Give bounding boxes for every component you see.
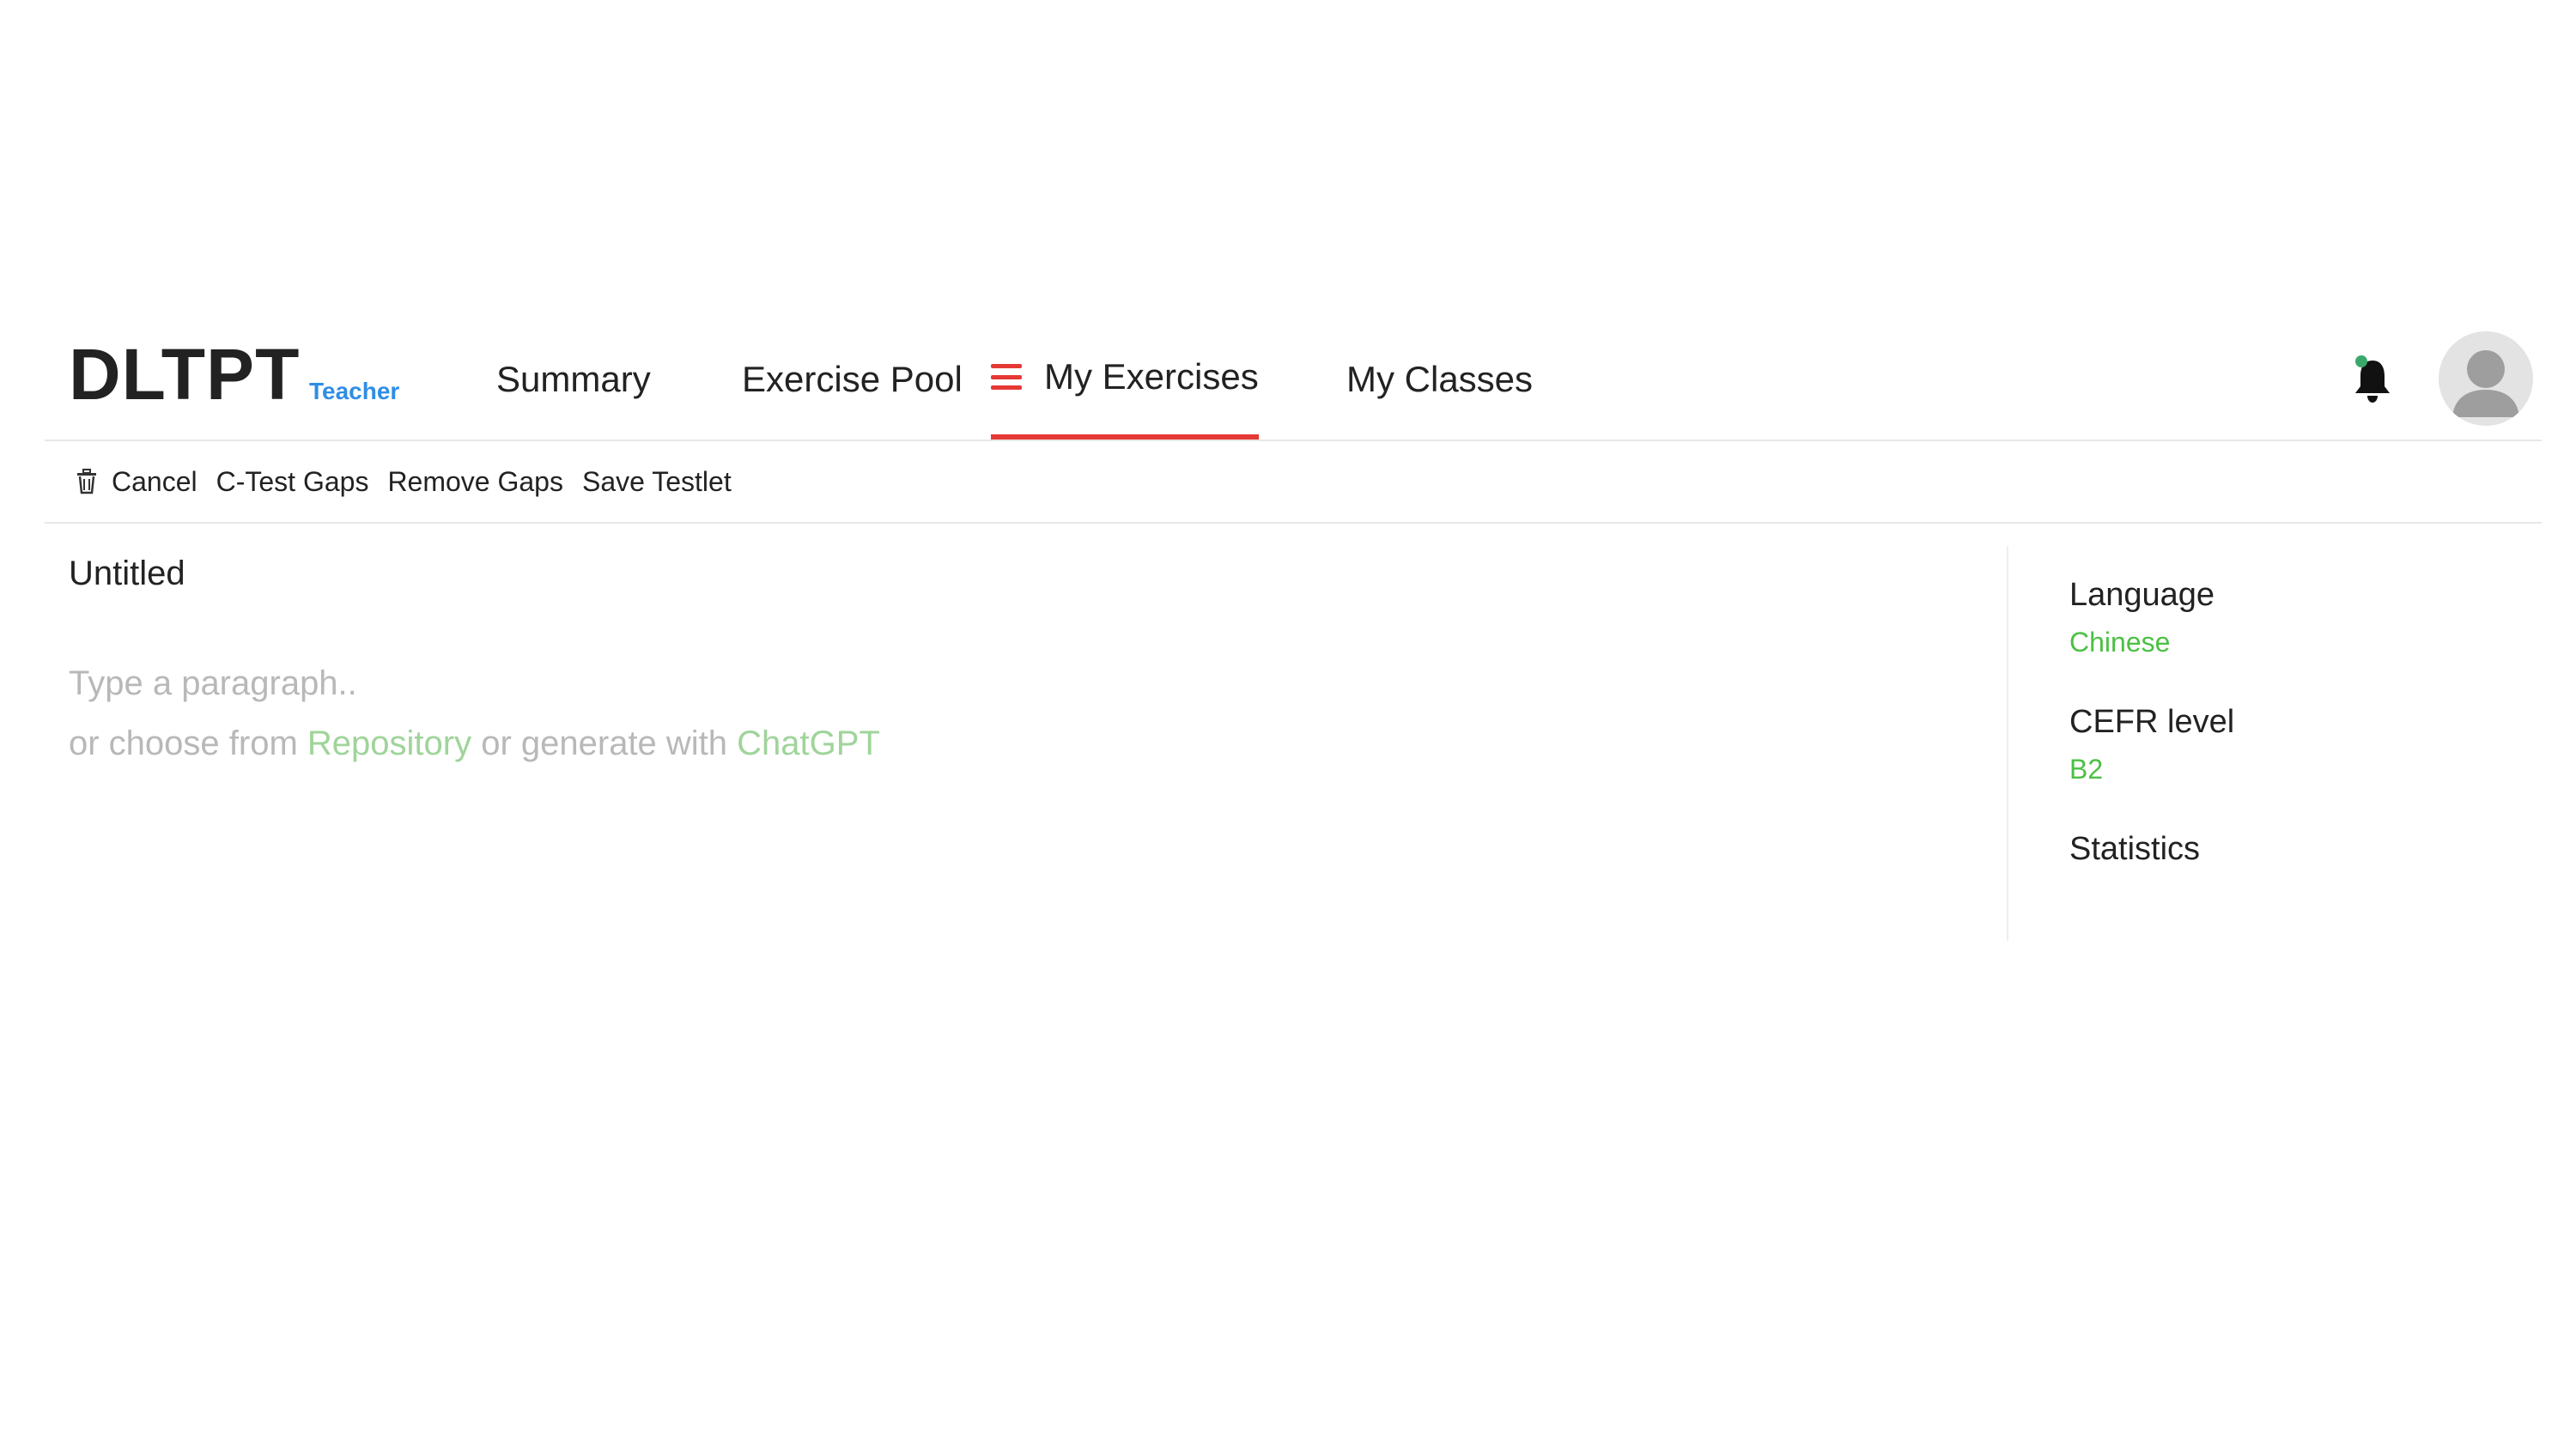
nav-tab-exercise-pool-label: Exercise Pool <box>742 359 963 399</box>
c-test-gaps-label: C-Test Gaps <box>216 465 369 497</box>
c-test-gaps-button[interactable]: C-Test Gaps <box>216 466 369 498</box>
remove-gaps-label: Remove Gaps <box>387 465 563 497</box>
remove-gaps-button[interactable]: Remove Gaps <box>387 466 563 498</box>
nav-tab-exercise-pool[interactable]: Exercise Pool <box>742 319 963 440</box>
trash-icon <box>77 469 96 494</box>
nav-tab-my-classes[interactable]: My Classes <box>1346 319 1533 440</box>
source-options-middle: or generate with <box>471 724 738 762</box>
language-label: Language <box>2069 577 2215 613</box>
cefr-level-label: CEFR level <box>2069 704 2235 740</box>
repository-link[interactable]: Repository <box>307 724 471 762</box>
chatgpt-link[interactable]: ChatGPT <box>737 724 880 762</box>
save-testlet-label: Save Testlet <box>581 465 732 497</box>
nav-tab-my-exercises-label: My Exercises <box>1044 356 1259 397</box>
hamburger-menu-icon <box>991 364 1022 390</box>
bell-icon[interactable] <box>2351 354 2394 405</box>
app-root: DLTPT Teacher Summary Exercise Pool My E… <box>0 0 2576 1449</box>
save-testlet-button[interactable]: Save Testlet <box>582 466 732 498</box>
nav-tab-my-classes-label: My Classes <box>1346 359 1534 399</box>
cefr-level-value[interactable]: B2 <box>2069 754 2103 785</box>
exercise-title[interactable]: Untitled <box>69 555 185 593</box>
language-value[interactable]: Chinese <box>2069 627 2170 658</box>
user-role-label: Teacher <box>309 378 400 404</box>
nav-tab-my-exercises[interactable]: My Exercises <box>991 319 1259 440</box>
source-options-line: or choose from Repository or generate wi… <box>69 724 880 763</box>
editor-toolbar: Cancel C-Test Gaps Remove Gaps Save Test… <box>45 441 2542 524</box>
statistics-label: Statistics <box>2069 831 2201 867</box>
sidebar-divider <box>2007 546 2008 941</box>
cancel-button-label: Cancel <box>112 465 197 497</box>
cancel-button[interactable]: Cancel <box>76 466 197 498</box>
source-options-prefix: or choose from <box>69 724 307 762</box>
user-avatar-icon[interactable] <box>2439 331 2533 426</box>
paragraph-input-placeholder[interactable]: Type a paragraph.. <box>69 664 357 703</box>
nav-tab-summary[interactable]: Summary <box>496 319 651 440</box>
top-navigation-bar: DLTPT Teacher Summary Exercise Pool My E… <box>45 319 2542 441</box>
nav-tab-summary-label: Summary <box>496 359 651 399</box>
app-logo[interactable]: DLTPT <box>69 338 300 410</box>
